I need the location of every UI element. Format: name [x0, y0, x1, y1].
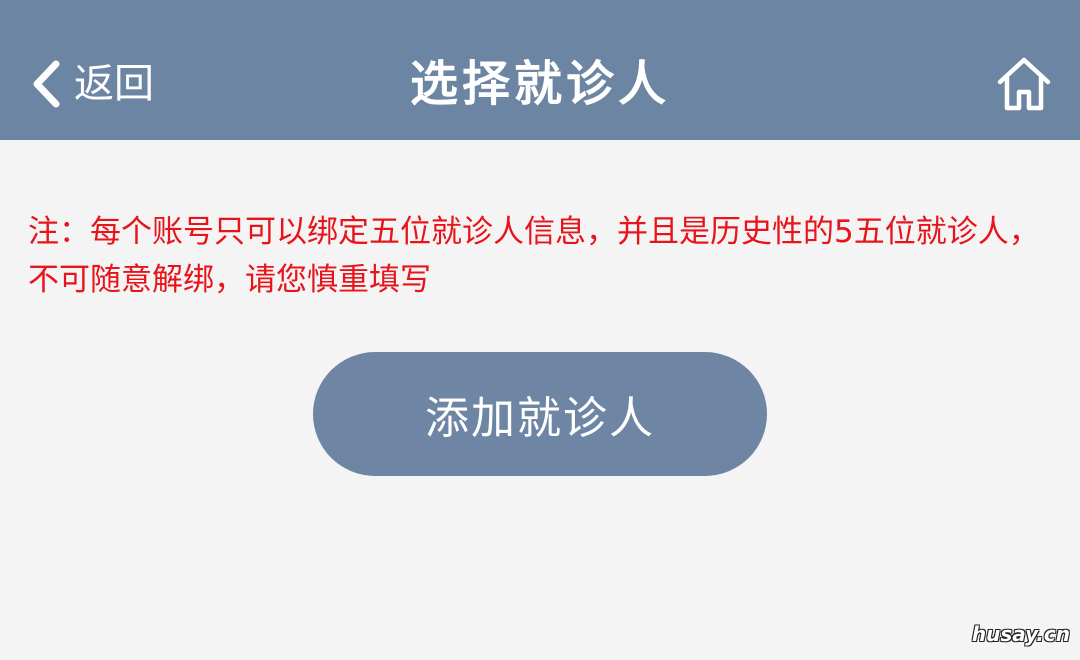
watermark: husay.cn [971, 622, 1070, 646]
back-button[interactable]: 返回 [30, 52, 154, 116]
nav-bar: 返回 选择就诊人 [0, 0, 1080, 140]
chevron-left-icon [33, 60, 60, 108]
binding-notice: 注：每个账号只可以绑定五位就诊人信息，并且是历史性的5五位就诊人，不可随意解绑，… [28, 214, 1040, 298]
home-icon [997, 57, 1051, 111]
home-button[interactable] [994, 54, 1054, 114]
add-patient-button[interactable]: 添加就诊人 [313, 352, 767, 476]
page-title: 选择就诊人 [409, 56, 670, 112]
back-label: 返回 [74, 61, 154, 107]
